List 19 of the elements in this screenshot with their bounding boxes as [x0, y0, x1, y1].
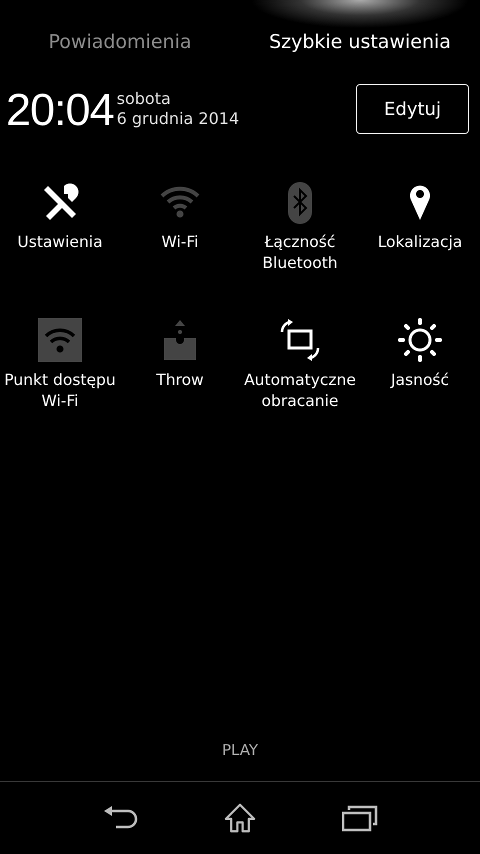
- sun-icon: [398, 318, 442, 362]
- quick-setting-tile[interactable]: Jasność: [360, 318, 480, 442]
- quick-setting-tile[interactable]: Throw: [120, 318, 240, 442]
- quick-setting-tile[interactable]: Wi-Fi: [120, 180, 240, 304]
- quick-setting-tile[interactable]: Automatyczne obracanie: [240, 318, 360, 442]
- quick-setting-tile[interactable]: Punkt dostępu Wi-Fi: [0, 318, 120, 442]
- edit-button[interactable]: Edytuj: [356, 84, 469, 134]
- home-icon: [222, 803, 258, 833]
- clock-time: 20:04: [6, 86, 114, 132]
- quick-setting-tile[interactable]: Lokalizacja: [360, 180, 480, 304]
- carrier-label: PLAY: [222, 741, 258, 759]
- panel-tab[interactable]: Powiadomienia: [0, 0, 240, 76]
- quick-setting-tile[interactable]: Ustawienia: [0, 180, 120, 304]
- quick-setting-tile[interactable]: Łączność Bluetooth: [240, 180, 360, 304]
- date-label: 6 grudnia 2014: [116, 109, 240, 129]
- recents-icon: [342, 803, 378, 833]
- hotspot-icon: [38, 318, 82, 362]
- weekday-label: sobota: [116, 89, 172, 109]
- rotate-icon: [278, 318, 322, 362]
